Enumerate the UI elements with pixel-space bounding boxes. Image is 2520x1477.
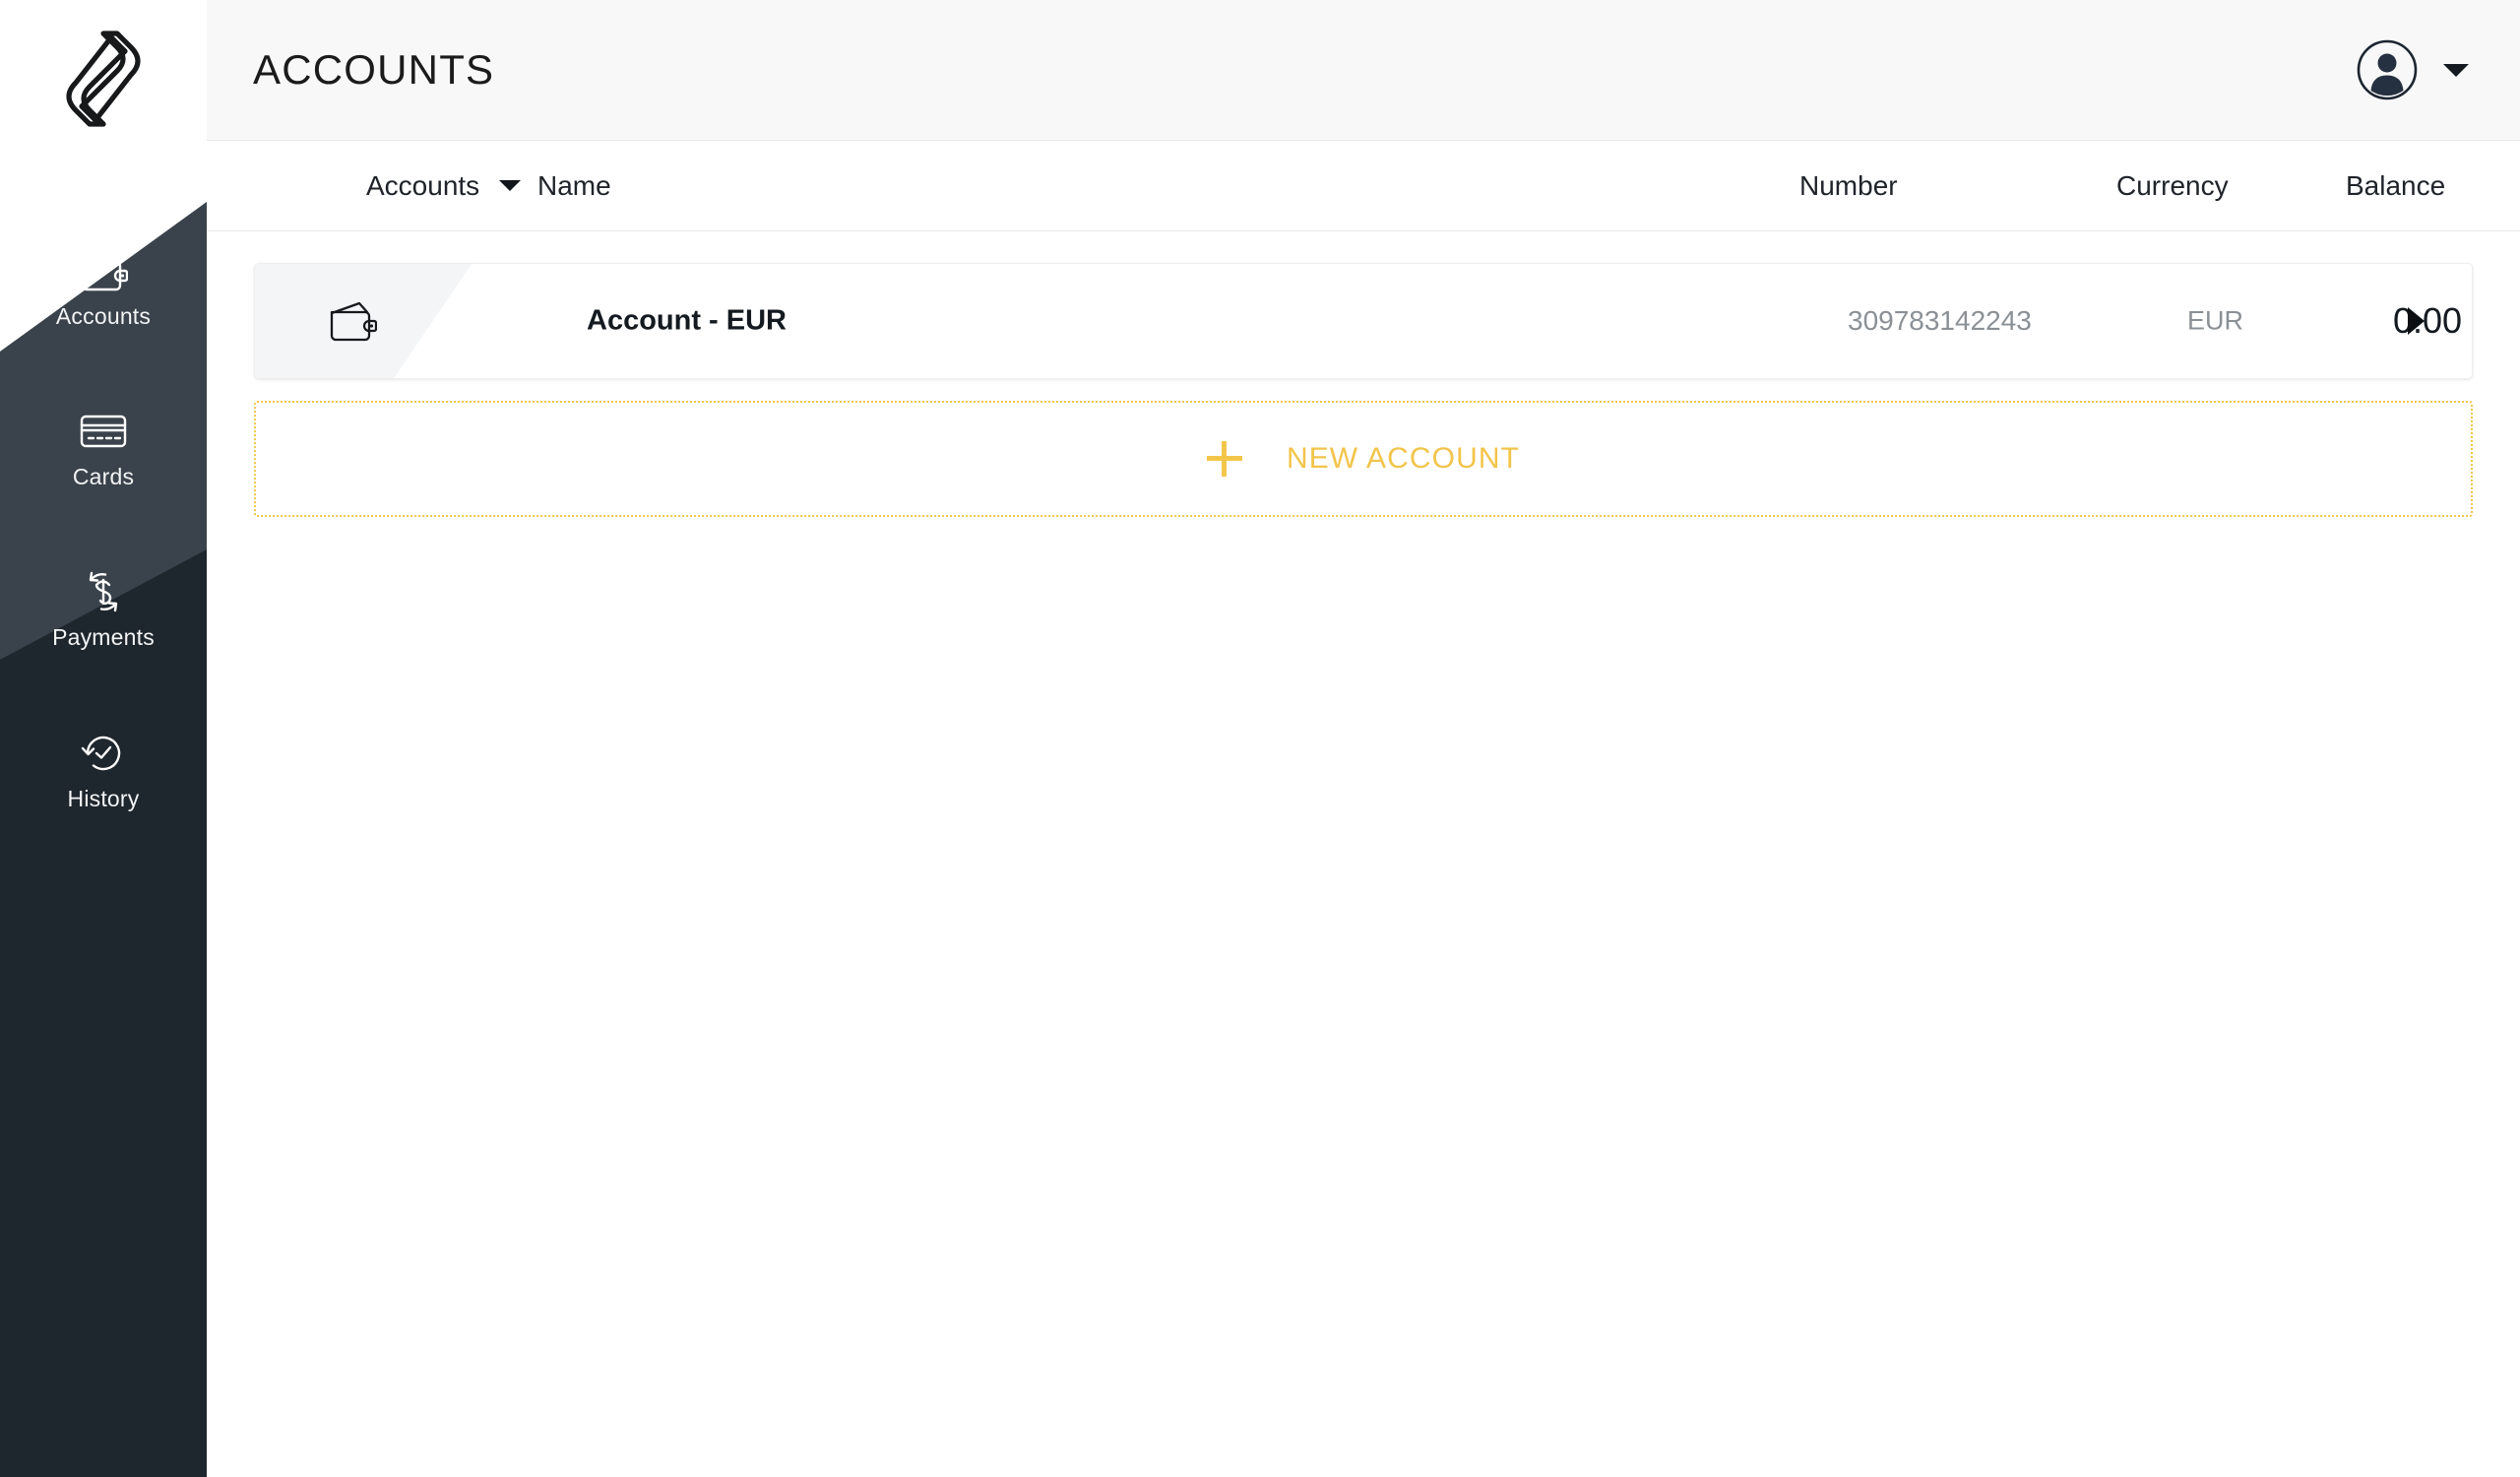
column-header-number: Number [1799,169,1898,201]
sidebar-item-history[interactable]: History [0,731,207,810]
sidebar-item-label: Payments [52,624,155,650]
sidebar-item-label: Accounts [55,303,152,329]
user-avatar-icon[interactable] [2357,39,2418,100]
accounts-filter-dropdown[interactable]: Accounts [366,169,522,202]
sidebar: Accounts Cards Payments History [0,0,207,1477]
accounts-list: Account - EUR 309783142243 EUR 0.00 NEW … [207,231,2520,517]
account-name: Account - EUR [587,304,787,337]
currency-exchange-icon [76,569,131,614]
table-header: Accounts Name Number Currency Balance [207,141,2520,231]
interlocking-s-logo-icon [66,31,141,127]
column-header-balance: Balance [2346,169,2446,201]
chevron-down-icon[interactable] [2443,63,2469,77]
top-bar-right [2357,39,2469,100]
top-bar: ACCOUNTS [207,0,2520,141]
new-account-button[interactable]: NEW ACCOUNT [254,401,2473,517]
credit-card-icon [76,409,131,454]
account-balance: 0.00 [2393,300,2463,341]
main-content: ACCOUNTS Accounts Name Number Currency B… [207,0,2520,1477]
sidebar-item-cards[interactable]: Cards [0,409,207,488]
page-title: ACCOUNTS [253,46,495,93]
column-header-name: Name [537,169,611,201]
account-currency: EUR [2187,305,2244,336]
sidebar-item-accounts[interactable]: Accounts [0,248,207,328]
wallet-icon [76,248,131,293]
chevron-right-icon[interactable] [2408,307,2425,335]
chevron-down-icon [499,180,522,191]
brand-logo[interactable] [0,28,207,130]
app-root: Accounts Cards Payments History ACCOUNTS… [0,0,2520,1477]
sidebar-item-label: History [67,786,140,811]
clock-history-icon [76,731,131,776]
table-row[interactable]: Account - EUR 309783142243 EUR 0.00 [254,263,2473,379]
account-number: 309783142243 [1848,305,2032,336]
new-account-label: NEW ACCOUNT [1286,442,1521,475]
column-header-currency: Currency [2116,169,2229,201]
accounts-filter-label: Accounts [366,169,480,201]
plus-icon [1206,441,1242,477]
sidebar-item-label: Cards [72,464,135,489]
sidebar-item-payments[interactable]: Payments [0,569,207,649]
wallet-icon [326,298,379,344]
